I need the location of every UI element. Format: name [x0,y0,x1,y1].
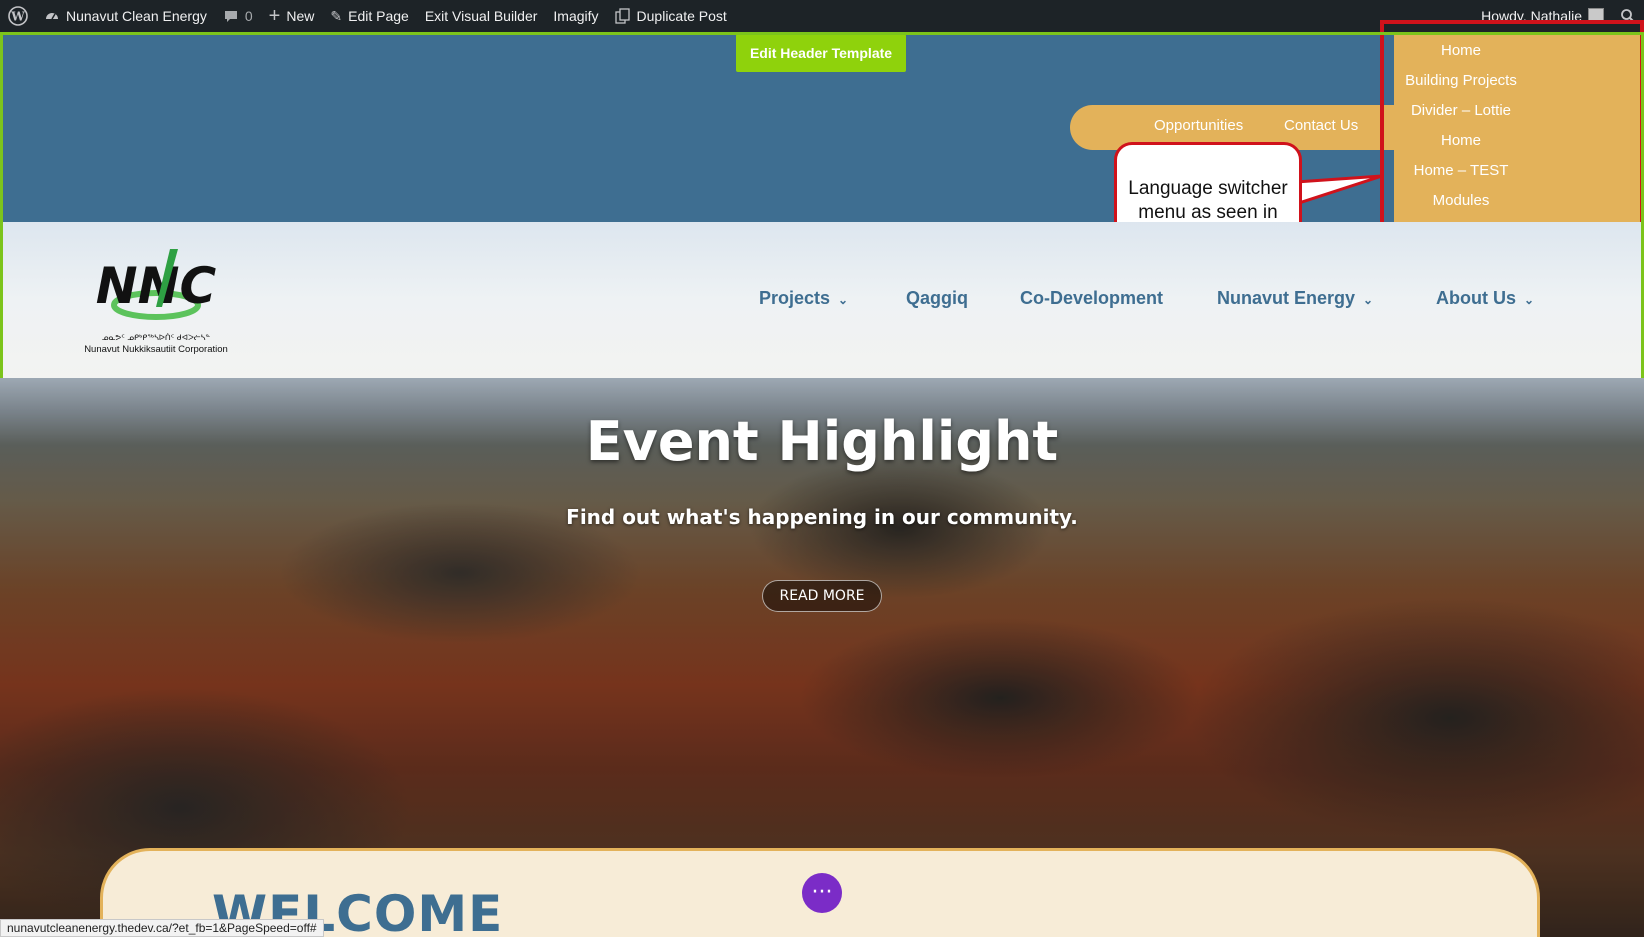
read-more-button[interactable]: READ MORE [762,580,882,612]
duplicate-icon [614,8,630,24]
top-link-contact-us[interactable]: Contact Us [1284,117,1358,134]
site-name-button[interactable]: Nunavut Clean Energy [36,0,215,32]
nav-item-co-development-label: Co-Development [1020,288,1164,308]
nav-item-nunavut-energy[interactable]: Nunavut Energy ⌄ [1217,288,1373,309]
chevron-down-icon: ⌄ [1524,293,1535,307]
nav-item-qaggiq[interactable]: Qaggiq [906,288,968,309]
exit-visual-builder-button[interactable]: Exit Visual Builder [417,0,546,32]
nav-item-nunavut-energy-label: Nunavut Energy [1217,288,1356,308]
top-link-opportunities[interactable]: Opportunities [1154,117,1243,134]
chevron-down-icon: ⌄ [838,293,849,307]
nav-item-projects-label: Projects [759,288,831,308]
imagify-label: Imagify [553,8,599,24]
nav-item-co-development[interactable]: Co-Development [1020,288,1163,309]
more-dots-icon: ··· [811,880,833,905]
nav-item-qaggiq-label: Qaggiq [906,288,968,308]
nnc-logo[interactable]: NNC ᓄᓇᕗᑦ ᓄᑭᒃᑭᖅᓴᐅᑏᑦ ᑯᐊᐳᓖᓴᓐ Nunavut Nukkik… [78,243,238,361]
duplicate-post-button[interactable]: Duplicate Post [607,0,735,32]
new-label: New [286,8,315,24]
nav-item-about-us-label: About Us [1436,288,1516,308]
logo-name: Nunavut Nukkiksautiit Corporation [84,344,228,355]
nav-item-about-us[interactable]: About Us ⌄ [1436,288,1534,309]
annotation-highlight-box [1380,20,1644,240]
logo-syllabics: ᓄᓇᕗᑦ ᓄᑭᒃᑭᖅᓴᐅᑏᑦ ᑯᐊᐳᓖᓴᓐ [102,332,211,342]
comments-count: 0 [244,8,253,24]
browser-status-bar: nunavutcleanenergy.thedev.ca/?et_fb=1&Pa… [0,919,324,937]
dashboard-icon [46,13,58,20]
edit-page-button[interactable]: ✎ Edit Page [322,0,416,32]
hero-title: Event Highlight [585,410,1059,473]
duplicate-post-label: Duplicate Post [636,8,727,24]
comment-bubble-icon [224,11,237,22]
imagify-button[interactable]: Imagify [545,0,606,32]
logo-letters: NNC [96,257,217,315]
site-name-label: Nunavut Clean Energy [66,8,207,24]
pencil-icon: ✎ [330,7,343,24]
wordpress-icon: W [8,6,28,26]
wordpress-logo-button[interactable]: W [0,0,36,32]
status-url: nunavutcleanenergy.thedev.ca/?et_fb=1&Pa… [7,921,317,935]
builder-options-button[interactable]: ··· [802,873,842,913]
chevron-down-icon: ⌄ [1363,293,1374,307]
plus-icon: + [268,5,281,27]
nav-item-projects[interactable]: Projects ⌄ [759,288,848,309]
exit-visual-builder-label: Exit Visual Builder [424,8,538,24]
new-content-button[interactable]: + New [261,0,323,32]
edit-header-template-button[interactable]: Edit Header Template [736,34,906,72]
comments-button[interactable]: 0 [215,0,261,32]
hero-subtitle: Find out what's happening in our communi… [566,505,1078,529]
edit-page-label: Edit Page [348,8,409,24]
svg-text:W: W [10,10,25,24]
